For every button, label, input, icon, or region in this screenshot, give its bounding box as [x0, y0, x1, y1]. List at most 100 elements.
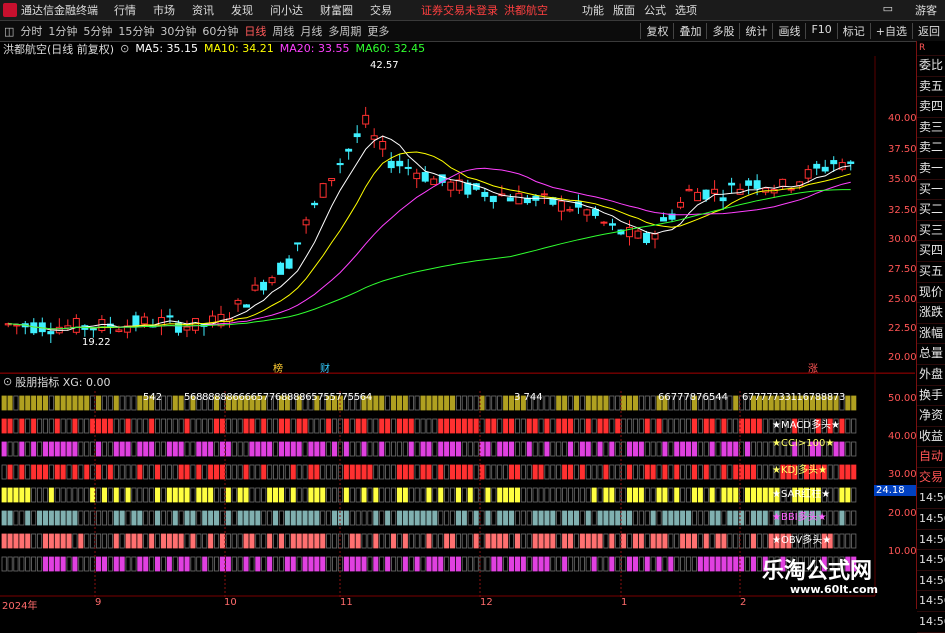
menu-item-ask[interactable]: 问小达: [270, 2, 303, 18]
indicator-bar: [160, 487, 167, 503]
indicator-bar: [615, 510, 621, 526]
mark-button[interactable]: 标记: [836, 23, 870, 39]
indicator-bar: [538, 418, 544, 434]
indicator-bar: [520, 556, 526, 572]
indicator-bar: [662, 533, 668, 549]
draw-button[interactable]: 画线: [772, 23, 805, 39]
candle-body: [166, 315, 174, 318]
period-tab[interactable]: 60分钟: [202, 23, 238, 39]
candle-body: [711, 188, 719, 194]
sidebar-auto[interactable]: 自动: [917, 447, 945, 468]
indicator-bar: [662, 441, 668, 457]
indicator-bar: [721, 418, 727, 434]
period-tab-more[interactable]: 更多: [367, 23, 389, 39]
menu-item-news[interactable]: 资讯: [192, 2, 214, 18]
back-button[interactable]: 返回: [912, 23, 945, 39]
menu-item-market[interactable]: 市场: [153, 2, 175, 18]
menu-item-quotes[interactable]: 行情: [114, 2, 136, 18]
indicator-bar: [31, 487, 37, 503]
indicator-bar: [573, 441, 579, 457]
menu-options[interactable]: 选项: [675, 2, 697, 18]
toolbar-menu-icon[interactable]: ◫: [4, 25, 14, 38]
indicator-bar: [750, 441, 756, 457]
indicator-bar: [585, 510, 591, 526]
period-tab[interactable]: 周线: [272, 23, 294, 39]
indicator-bar: [296, 441, 302, 457]
menu-function[interactable]: 功能: [582, 2, 604, 18]
indicator-bar: [331, 510, 338, 526]
indicator-bar: [90, 533, 96, 549]
indicator-bar: [668, 533, 674, 549]
indicator-bar: [438, 487, 444, 503]
indicator-bar: [261, 533, 267, 549]
sidebar-trade[interactable]: 交易: [917, 468, 945, 489]
period-tab[interactable]: 15分钟: [118, 23, 154, 39]
indicator-bar: [756, 510, 762, 526]
indicator-bar: [131, 441, 137, 457]
period-tab[interactable]: 1分钟: [48, 23, 77, 39]
indicator-bar: [526, 441, 532, 457]
indicator-bar: [526, 487, 532, 503]
indicator-bar: [538, 487, 544, 503]
indicator-bar: [113, 418, 119, 434]
indicator-bar: [42, 395, 48, 411]
indicator-bar: [308, 418, 314, 434]
menu-item-wealth[interactable]: 财富圈: [320, 2, 353, 18]
menu-item-discover[interactable]: 发现: [231, 2, 253, 18]
indicator-bar: [379, 487, 385, 503]
indicator-dropdown-icon[interactable]: ⊙: [3, 375, 12, 388]
minimize-icon[interactable]: ▭: [883, 2, 893, 18]
indicator-bar: [473, 487, 479, 503]
sidebar-r[interactable]: R: [917, 41, 945, 56]
login-warning[interactable]: 证券交易未登录: [421, 2, 498, 18]
indicator-bar: [709, 441, 715, 457]
indicator-bar: [172, 487, 178, 503]
overlay-button[interactable]: 叠加: [673, 23, 706, 39]
period-tab[interactable]: 分时: [20, 23, 42, 39]
indicator-bar: [137, 418, 143, 434]
kline-chart[interactable]: [0, 41, 915, 609]
candle-body: [506, 197, 514, 202]
indicator-bar: [208, 556, 214, 572]
indicator-bar: [107, 395, 113, 411]
period-tab[interactable]: 多周期: [328, 23, 361, 39]
sidebar-item: 现价: [917, 283, 945, 304]
indicator-bar: [284, 464, 290, 480]
indicator-bar: [37, 533, 43, 549]
stats-button[interactable]: 统计: [739, 23, 772, 39]
add-watchlist-button[interactable]: +自选: [869, 23, 912, 39]
adjust-button[interactable]: 复权: [640, 23, 673, 39]
period-tab-daily[interactable]: 日线: [244, 23, 266, 39]
candle-body: [643, 232, 650, 244]
menu-layout[interactable]: 版面: [613, 2, 635, 18]
candle-body: [234, 299, 242, 305]
indicator-bar: [249, 510, 255, 526]
indicator-bar: [125, 533, 131, 549]
indicator-bar: [762, 418, 768, 434]
indicator-bar: [402, 510, 408, 526]
guest-button[interactable]: 游客: [915, 2, 937, 18]
indicator-bar: [497, 418, 503, 434]
f10-button[interactable]: F10: [805, 23, 836, 39]
indicator-bar: [178, 533, 184, 549]
period-tab[interactable]: 30分钟: [160, 23, 196, 39]
indicator-bar: [485, 510, 491, 526]
indicator-bar: [544, 464, 550, 480]
indicator-bar: [544, 556, 550, 572]
indicator-bar: [101, 556, 108, 572]
menu-item-trade[interactable]: 交易: [370, 2, 392, 18]
indicator-bar: [290, 441, 296, 457]
indicator-bar: [278, 464, 284, 480]
multi-stock-button[interactable]: 多股: [706, 23, 739, 39]
indicator-bar: [733, 510, 739, 526]
indicator-bar: [544, 418, 550, 434]
indicator-bar: [131, 418, 137, 434]
ma-line: [8, 167, 851, 330]
period-tab[interactable]: 5分钟: [83, 23, 112, 39]
indicator-bar: [331, 533, 338, 549]
period-tab[interactable]: 月线: [300, 23, 322, 39]
indicator-bar: [48, 441, 54, 457]
menu-formula[interactable]: 公式: [644, 2, 666, 18]
indicator-bar: [467, 395, 473, 411]
indicator-bar: [662, 487, 668, 503]
